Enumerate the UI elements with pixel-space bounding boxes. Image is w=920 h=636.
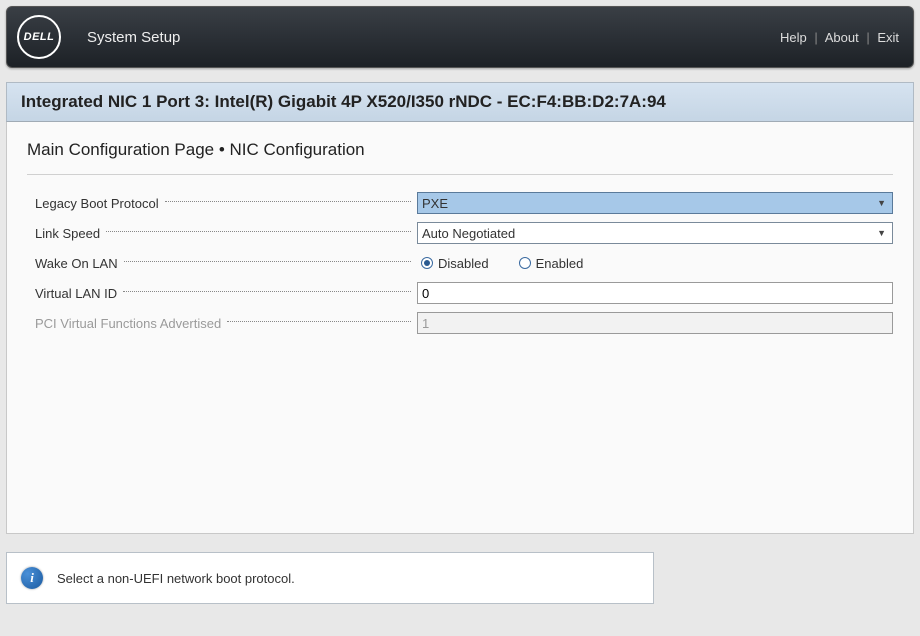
legacy-boot-protocol-value: PXE bbox=[422, 196, 448, 211]
legacy-boot-protocol-select[interactable]: PXE ▼ bbox=[417, 192, 893, 214]
wake-on-lan-disabled-option[interactable]: Disabled bbox=[421, 256, 489, 271]
info-icon: i bbox=[21, 567, 43, 589]
pci-vf-advertised-input bbox=[417, 312, 893, 334]
radio-icon bbox=[421, 257, 433, 269]
virtual-lan-id-input[interactable] bbox=[417, 282, 893, 304]
dotted-leader bbox=[124, 261, 411, 262]
content-panel: Main Configuration Page • NIC Configurat… bbox=[6, 122, 914, 534]
info-bar: i Select a non-UEFI network boot protoco… bbox=[6, 552, 654, 604]
row-link-speed: Link Speed Auto Negotiated ▼ bbox=[27, 219, 893, 247]
label-pci-vf-advertised: PCI Virtual Functions Advertised bbox=[35, 316, 221, 331]
label-virtual-lan-id: Virtual LAN ID bbox=[35, 286, 117, 301]
row-wake-on-lan: Wake On LAN Disabled Enabled bbox=[27, 249, 893, 277]
dell-logo: DELL bbox=[17, 15, 61, 59]
header-bar: DELL System Setup Help | About | Exit bbox=[6, 6, 914, 68]
row-virtual-lan-id: Virtual LAN ID bbox=[27, 279, 893, 307]
label-wake-on-lan: Wake On LAN bbox=[35, 256, 118, 271]
chevron-down-icon: ▼ bbox=[875, 198, 888, 208]
radio-icon bbox=[519, 257, 531, 269]
header-links: Help | About | Exit bbox=[780, 30, 899, 45]
dotted-leader bbox=[106, 231, 411, 232]
about-link[interactable]: About bbox=[825, 30, 859, 45]
link-divider: | bbox=[866, 30, 869, 45]
wake-on-lan-disabled-label: Disabled bbox=[438, 256, 489, 271]
exit-link[interactable]: Exit bbox=[877, 30, 899, 45]
label-legacy-boot-protocol: Legacy Boot Protocol bbox=[35, 196, 159, 211]
header-title: System Setup bbox=[87, 29, 780, 46]
dell-logo-text: DELL bbox=[24, 31, 55, 43]
divider bbox=[27, 174, 893, 175]
help-link[interactable]: Help bbox=[780, 30, 807, 45]
link-speed-value: Auto Negotiated bbox=[422, 226, 515, 241]
page-title: Integrated NIC 1 Port 3: Intel(R) Gigabi… bbox=[6, 82, 914, 122]
chevron-down-icon: ▼ bbox=[875, 228, 888, 238]
label-link-speed: Link Speed bbox=[35, 226, 100, 241]
dotted-leader bbox=[227, 321, 411, 322]
dotted-leader bbox=[123, 291, 411, 292]
info-text: Select a non-UEFI network boot protocol. bbox=[57, 571, 295, 586]
link-speed-select[interactable]: Auto Negotiated ▼ bbox=[417, 222, 893, 244]
link-divider: | bbox=[814, 30, 817, 45]
wake-on-lan-radio-group: Disabled Enabled bbox=[417, 256, 583, 271]
dotted-leader bbox=[165, 201, 411, 202]
breadcrumb: Main Configuration Page • NIC Configurat… bbox=[27, 140, 893, 160]
row-legacy-boot-protocol: Legacy Boot Protocol PXE ▼ bbox=[27, 189, 893, 217]
row-pci-vf-advertised: PCI Virtual Functions Advertised bbox=[27, 309, 893, 337]
wake-on-lan-enabled-label: Enabled bbox=[536, 256, 584, 271]
wake-on-lan-enabled-option[interactable]: Enabled bbox=[519, 256, 584, 271]
